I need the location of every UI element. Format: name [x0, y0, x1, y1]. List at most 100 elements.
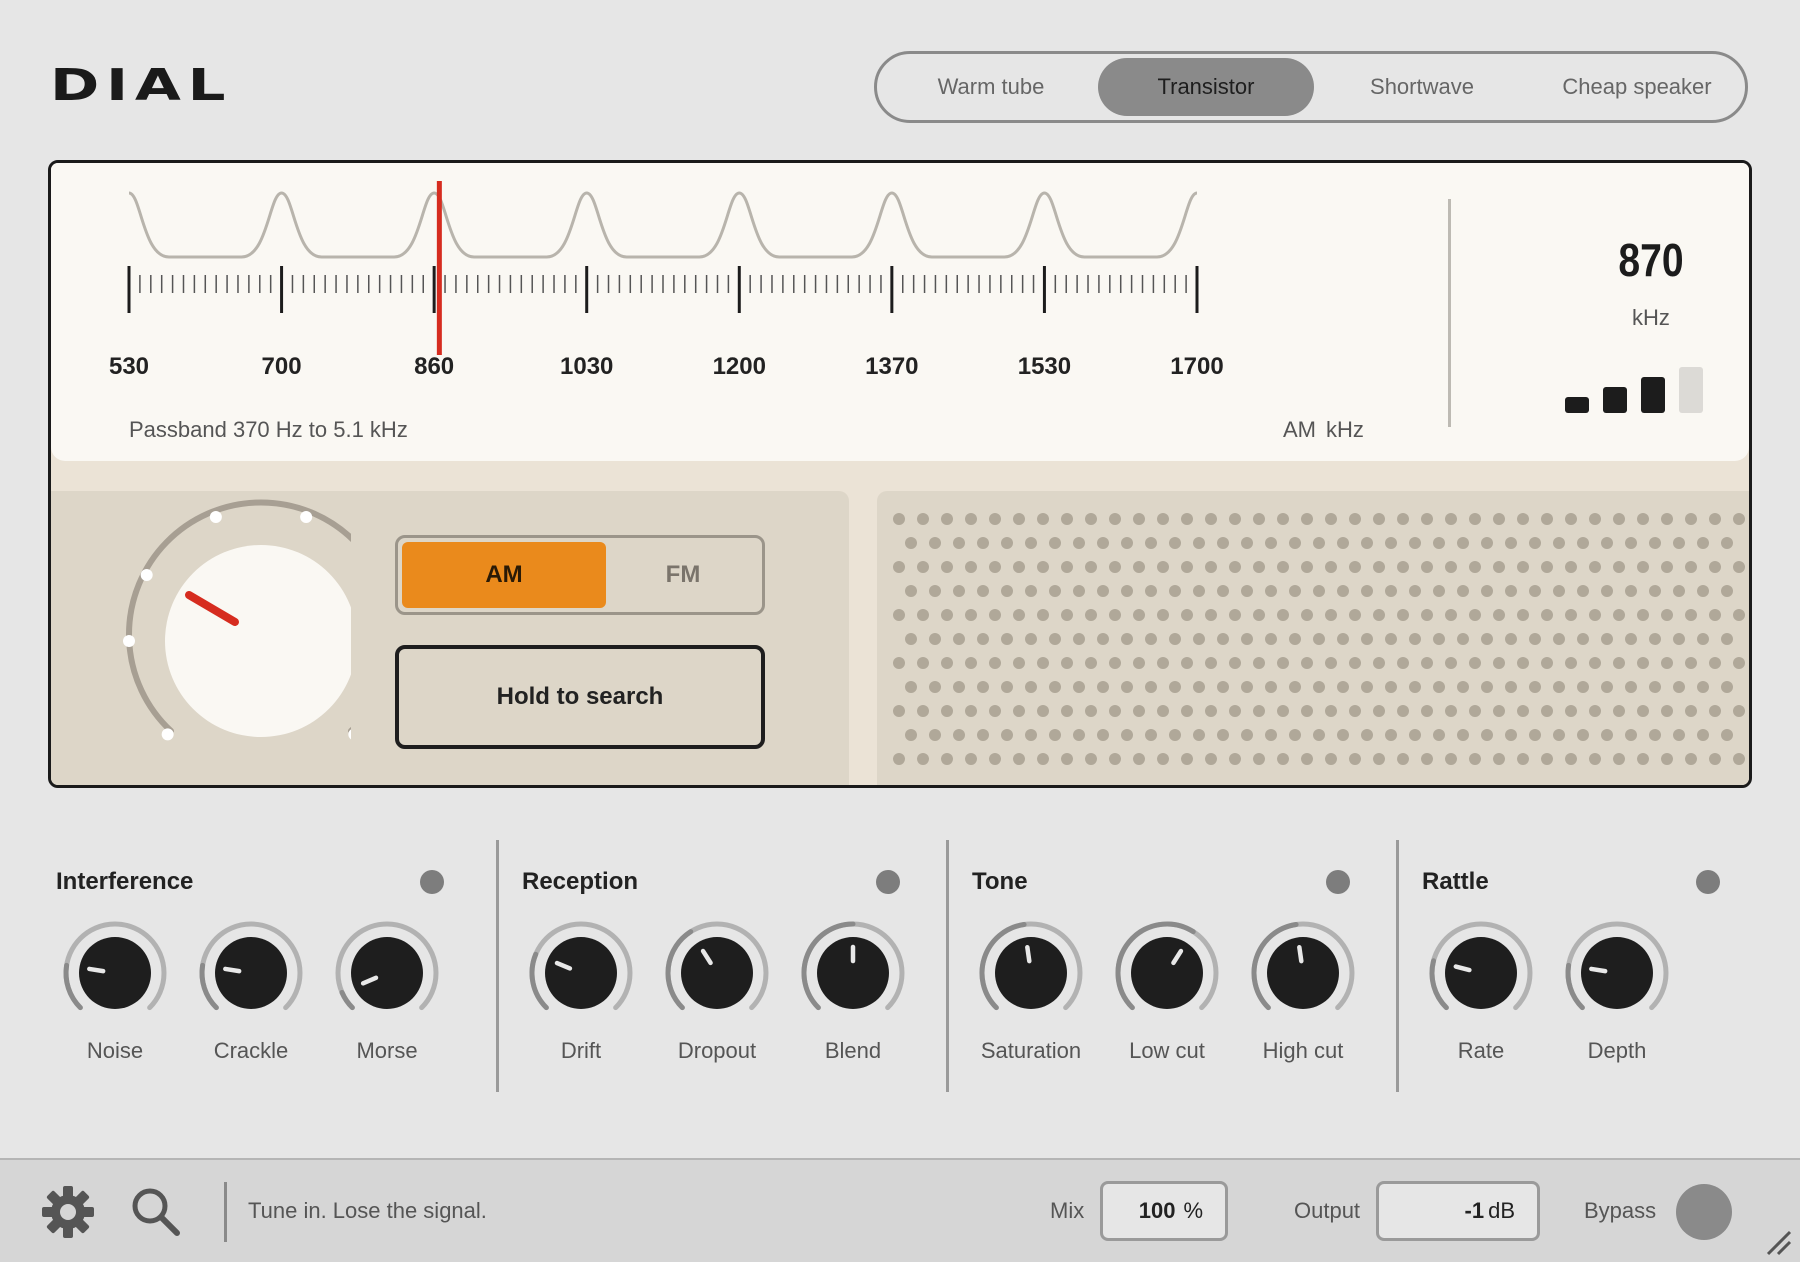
grille-hole [929, 681, 941, 693]
signal-bar [1603, 387, 1627, 413]
grille-hole [1649, 681, 1661, 693]
knob-pointer [1025, 945, 1032, 964]
grille-hole [1517, 561, 1529, 573]
grille-hole [1565, 609, 1577, 621]
signal-bar [1565, 397, 1589, 413]
grille-hole [1469, 657, 1481, 669]
grille-hole [1577, 729, 1589, 741]
grille-hole [941, 561, 953, 573]
grille-hole [1409, 729, 1421, 741]
grille-hole [1613, 609, 1625, 621]
knob-body [681, 937, 753, 1009]
grille-hole [989, 513, 1001, 525]
section-enable-led[interactable] [1326, 870, 1350, 894]
grille-hole [1097, 681, 1109, 693]
knob-crackle[interactable] [196, 918, 306, 1028]
knob-saturation[interactable] [976, 918, 1086, 1028]
search-icon[interactable] [128, 1184, 184, 1240]
preset-warm-tube[interactable]: Warm tube [883, 58, 1099, 116]
preset-shortwave[interactable]: Shortwave [1314, 58, 1530, 116]
grille-hole [1493, 753, 1505, 765]
grille-hole [1181, 657, 1193, 669]
resize-grip-icon[interactable] [1764, 1228, 1792, 1256]
grille-hole [1301, 657, 1313, 669]
grille-hole [1505, 681, 1517, 693]
grille-hole [941, 753, 953, 765]
grille-hole [1145, 585, 1157, 597]
knob-label: Blend [824, 1038, 882, 1063]
grille-hole [1289, 681, 1301, 693]
grille-hole [917, 561, 929, 573]
tuning-knob[interactable] [51, 491, 351, 788]
grille-hole [1229, 561, 1241, 573]
grille-hole [1277, 753, 1289, 765]
grille-hole [1697, 681, 1709, 693]
preset-cheap-speaker[interactable]: Cheap speaker [1529, 58, 1745, 116]
grille-hole [1349, 705, 1361, 717]
hold-to-search-button[interactable]: Hold to search [395, 645, 765, 749]
grille-hole [1529, 633, 1541, 645]
grille-hole [1241, 537, 1253, 549]
grille-hole [977, 537, 989, 549]
knob-rate[interactable] [1426, 918, 1536, 1028]
settings-gear-icon[interactable] [40, 1184, 96, 1240]
mix-field[interactable]: 100 % [1100, 1181, 1228, 1241]
grille-hole [1289, 633, 1301, 645]
tuning-dial[interactable]: 530 700 860 1030 1200 1370 1530 1700 Passband 3… [51, 163, 1749, 461]
grille-hole [1349, 609, 1361, 621]
grille-hole [1457, 585, 1469, 597]
grille-hole [1265, 681, 1277, 693]
grille-hole [1289, 729, 1301, 741]
grille-hole [1661, 513, 1673, 525]
knob-blend[interactable] [798, 918, 908, 1028]
knob-pointer [223, 966, 242, 974]
knob-value-arc [1565, 962, 1585, 1011]
grille-hole [1073, 729, 1085, 741]
grille-hole [929, 537, 941, 549]
grille-hole [1553, 585, 1565, 597]
grille-hole [1385, 585, 1397, 597]
section-divider [1396, 840, 1399, 1092]
knob-label: Morse [356, 1038, 418, 1063]
knob-body [995, 937, 1067, 1009]
grille-hole [1037, 609, 1049, 621]
knob-high-cut[interactable] [1248, 918, 1358, 1028]
grille-hole [1685, 753, 1697, 765]
output-field[interactable]: -1 dB [1376, 1181, 1540, 1241]
knob-drift[interactable] [526, 918, 636, 1028]
knob-low-cut[interactable] [1112, 918, 1222, 1028]
grille-hole [1433, 681, 1445, 693]
grille-hole [1049, 633, 1061, 645]
section-enable-led[interactable] [420, 870, 444, 894]
knob-label: Noise [86, 1038, 144, 1063]
knob-dropout[interactable] [662, 918, 772, 1028]
preset-transistor[interactable]: Transistor [1098, 58, 1314, 116]
grille-hole [905, 729, 917, 741]
grille-hole [1193, 681, 1205, 693]
section-enable-led[interactable] [876, 870, 900, 894]
passband-text: Passband 370 Hz to 5.1 kHz [129, 417, 408, 442]
band-fm-button[interactable]: FM [608, 542, 758, 608]
section-enable-led[interactable] [1696, 870, 1720, 894]
section-reception: Reception Drift Dropout Blend [514, 840, 934, 1090]
grille-hole [893, 753, 905, 765]
grille-hole [1025, 729, 1037, 741]
grille-hole [1721, 729, 1733, 741]
grille-hole [1337, 537, 1349, 549]
grille-hole [1349, 561, 1361, 573]
grille-hole [1229, 609, 1241, 621]
grille-hole [1565, 705, 1577, 717]
grille-hole [1061, 561, 1073, 573]
knob-depth[interactable] [1562, 918, 1672, 1028]
grille-hole [1589, 705, 1601, 717]
band-am-button[interactable]: AM [402, 542, 606, 608]
grille-hole [1673, 633, 1685, 645]
bypass-button[interactable] [1676, 1184, 1732, 1240]
grille-hole [1481, 585, 1493, 597]
grille-hole [1625, 537, 1637, 549]
grille-hole [1265, 585, 1277, 597]
knob-noise[interactable] [60, 918, 170, 1028]
knob-morse[interactable] [332, 918, 442, 1028]
grille-hole [905, 537, 917, 549]
grille-hole [941, 657, 953, 669]
